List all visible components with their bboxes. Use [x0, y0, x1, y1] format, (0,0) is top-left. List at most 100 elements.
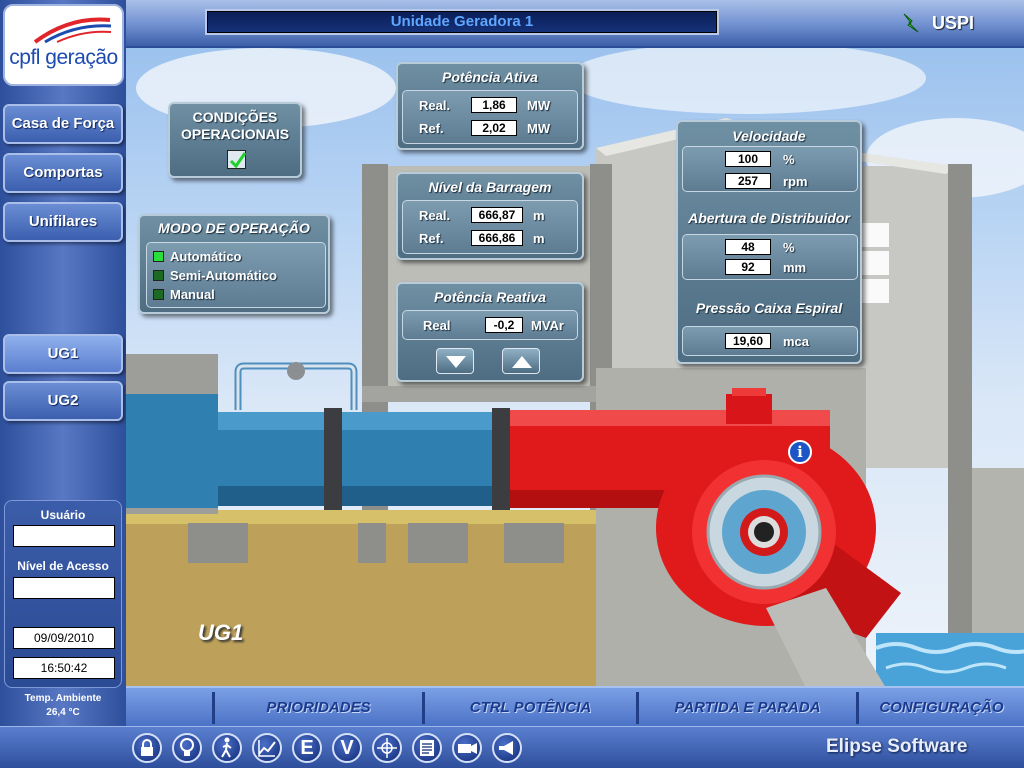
reactive-power-real-value: -0,2 [485, 317, 523, 333]
reactive-power-decrease-button[interactable] [436, 348, 474, 374]
logo-swoosh-icon [33, 17, 112, 44]
turbine-measurements-panel: Velocidade 100 % 257 rpm Abertura de Dis… [676, 120, 862, 364]
speed-rpm-unit: rpm [783, 173, 808, 189]
operational-conditions-panel: CONDIÇÕES OPERACIONAIS [168, 102, 302, 178]
lock-icon[interactable] [132, 733, 162, 763]
access-level-field[interactable] [13, 577, 115, 599]
tab-configuracao[interactable]: CONFIGURAÇÃO [856, 692, 1024, 724]
speed-rpm-value: 257 [725, 173, 771, 189]
nav-comportas-button[interactable]: Comportas [3, 153, 123, 193]
top-bar: Unidade Geradora 1 USPI [0, 0, 1024, 48]
crosshair-icon[interactable] [372, 733, 402, 763]
user-field[interactable] [13, 525, 115, 547]
dam-level-panel: Nível da Barragem Real. 666,87 m Ref. 66… [396, 172, 584, 260]
led-indicator-icon [153, 270, 164, 281]
active-power-ref-value[interactable]: 2,02 [471, 120, 517, 136]
bottom-tab-bar: PRIORIDADES CTRL POTÊNCIA PARTIDA E PARA… [126, 686, 1024, 726]
mode-option-automatico[interactable]: Automático [153, 249, 242, 264]
mode-option-label: Manual [170, 287, 215, 302]
e-icon[interactable]: E [292, 733, 322, 763]
dam-level-ref-value[interactable]: 666,86 [471, 230, 523, 246]
speed-percent-unit: % [783, 151, 795, 167]
user-label: Usuário [40, 508, 86, 522]
brand-label: Elipse Software [826, 736, 968, 757]
nav-unifilares-button[interactable]: Unifilares [3, 202, 123, 242]
ambient-temperature-value: 26,4 °C [46, 707, 80, 718]
uspi-status[interactable]: USPI [900, 10, 974, 36]
v-icon[interactable]: V [332, 733, 362, 763]
distributor-percent-unit: % [783, 239, 795, 255]
active-power-real-value: 1,86 [471, 97, 517, 113]
mode-option-semi-automatico[interactable]: Semi-Automático [153, 268, 277, 283]
mode-option-manual[interactable]: Manual [153, 287, 215, 302]
time-display: 16:50:42 [13, 657, 115, 679]
company-logo: cpfl geração [3, 4, 124, 86]
active-power-values: Real. 1,86 MW Ref. 2,02 MW [402, 90, 578, 144]
operation-mode-options: Automático Semi-Automático Manual [146, 242, 326, 308]
ambient-temperature-label: Temp. Ambiente [24, 693, 102, 704]
speed-title: Velocidade [732, 128, 806, 144]
spiral-pressure-title: Pressão Caixa Espiral [695, 300, 843, 316]
speed-percent-value: 100 [725, 151, 771, 167]
active-power-real-unit: MW [527, 97, 551, 113]
tab-prioridades[interactable]: PRIORIDADES [212, 692, 422, 724]
trend-icon[interactable] [252, 733, 282, 763]
speed-values: 100 % 257 rpm [682, 146, 858, 192]
ambient-temperature: Temp. Ambiente 26,4 °C [0, 692, 126, 720]
powerhouse-scene: i CONDIÇÕES OPERACIONAIS MODO DE OPERAÇÃ… [126, 48, 1024, 686]
arrow-down-icon [446, 356, 466, 368]
dam-level-ref-unit: m [533, 230, 545, 246]
distributor-opening-values: 48 % 92 mm [682, 234, 858, 280]
icon-toolbar: E V Elipse Software [0, 726, 1024, 768]
reactive-power-real-unit: MVAr [531, 317, 564, 333]
distributor-opening-title: Abertura de Distribuidor [688, 210, 850, 226]
check-icon [227, 150, 247, 169]
spiral-pressure-values: 19,60 mca [682, 326, 858, 356]
dam-level-values: Real. 666,87 m Ref. 666,86 m [402, 200, 578, 254]
unit-label: UG1 [198, 620, 244, 645]
mode-option-label: Automático [170, 249, 242, 264]
led-indicator-icon [153, 251, 164, 262]
unit-ug2-button[interactable]: UG2 [3, 381, 123, 421]
led-indicator-icon [153, 289, 164, 300]
active-power-title: Potência Ativa [442, 69, 538, 85]
list-icon[interactable] [412, 733, 442, 763]
operation-mode-panel: MODO DE OPERAÇÃO Automático Semi-Automát… [138, 214, 330, 314]
active-power-real-label: Real. [419, 97, 451, 113]
active-power-ref-unit: MW [527, 120, 551, 136]
window-title: Unidade Geradora 1 [205, 9, 719, 35]
operational-conditions-title: CONDIÇÕES OPERACIONAIS [180, 109, 290, 142]
nav-casa-de-forca-button[interactable]: Casa de Força [3, 104, 123, 144]
distributor-mm-unit: mm [783, 259, 807, 275]
distributor-mm-value: 92 [725, 259, 771, 275]
reactive-power-panel: Potência Reativa Real -0,2 MVAr [396, 282, 584, 382]
user-panel: Usuário Nível de Acesso 09/09/2010 16:50… [4, 500, 122, 688]
info-icon[interactable]: i [788, 440, 812, 464]
camera-icon[interactable] [452, 733, 482, 763]
megaphone-icon[interactable] [492, 733, 522, 763]
dam-level-real-label: Real. [419, 207, 451, 223]
reactive-power-title: Potência Reativa [433, 289, 547, 305]
tab-partida-e-parada[interactable]: PARTIDA E PARADA [636, 692, 856, 724]
logo-text: cpfl geração [9, 46, 118, 69]
dam-level-real-value: 666,87 [471, 207, 523, 223]
reactive-power-values: Real -0,2 MVAr [402, 310, 578, 340]
spiral-pressure-unit: mca [783, 333, 810, 349]
mode-option-label: Semi-Automático [170, 268, 277, 283]
active-power-ref-label: Ref. [419, 120, 444, 136]
operation-mode-title: MODO DE OPERAÇÃO [158, 220, 310, 236]
uspi-label: USPI [932, 12, 975, 33]
lightning-icon [903, 13, 919, 33]
reactive-power-real-label: Real [423, 317, 451, 333]
distributor-percent-value: 48 [725, 239, 771, 255]
tab-ctrl-potencia[interactable]: CTRL POTÊNCIA [422, 692, 636, 724]
sidebar: cpfl geração Casa de Força Comportas Uni… [0, 0, 126, 768]
dam-level-ref-label: Ref. [419, 230, 444, 246]
bulb-icon[interactable] [172, 733, 202, 763]
unit-ug1-button[interactable]: UG1 [3, 334, 123, 374]
dam-level-real-unit: m [533, 207, 545, 223]
reactive-power-increase-button[interactable] [502, 348, 540, 374]
walker-icon[interactable] [212, 733, 242, 763]
date-display: 09/09/2010 [13, 627, 115, 649]
arrow-up-icon [512, 356, 532, 368]
